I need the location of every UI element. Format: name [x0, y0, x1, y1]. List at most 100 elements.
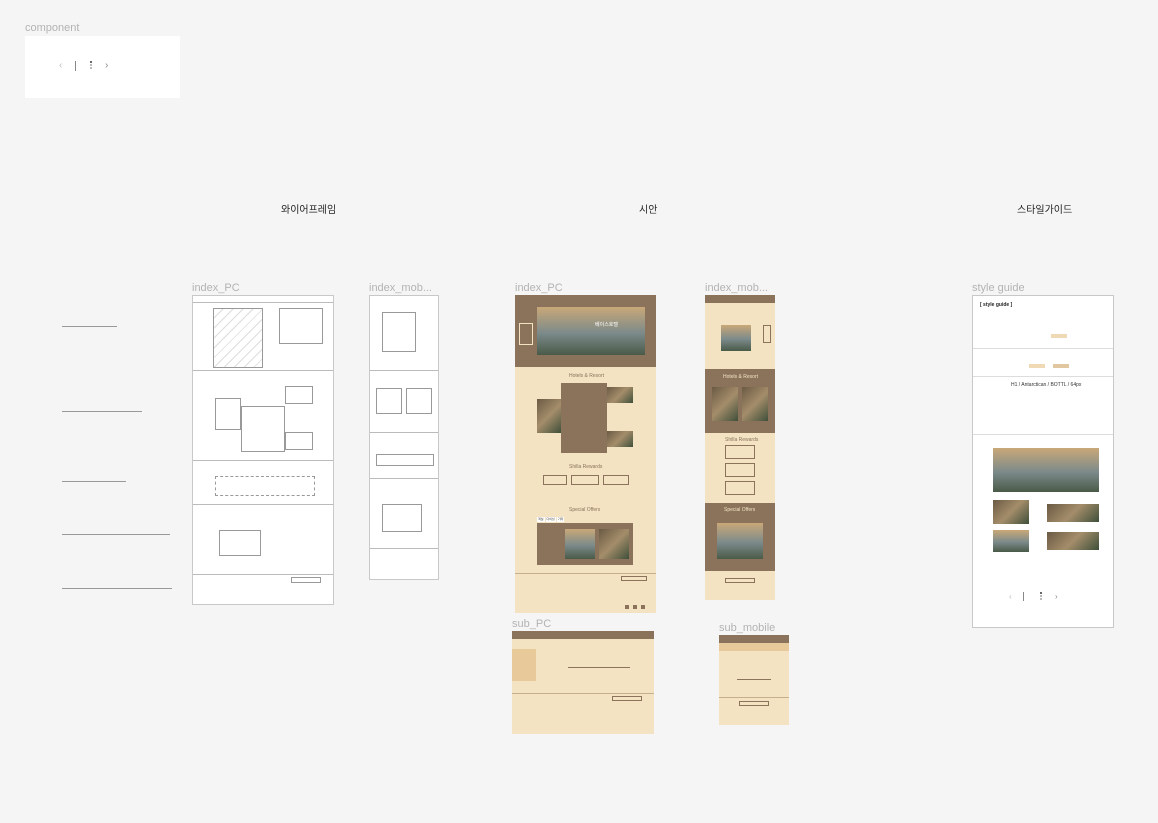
mock-sub-header — [512, 631, 654, 639]
mock-rewards-heading: Shilla Rewards — [569, 464, 603, 470]
mock-sub-mobile-field[interactable] — [737, 671, 771, 680]
mock-sub-pc-frame[interactable] — [512, 631, 654, 734]
mock-sub-footer-line — [512, 693, 654, 694]
pager-dots[interactable] — [1039, 591, 1043, 602]
sns-icon[interactable] — [633, 605, 637, 609]
pager-divider — [1023, 592, 1024, 601]
mock-offer-tabs[interactable]: 객실 다이닝 기타 — [537, 517, 567, 522]
wire-footer-button — [291, 577, 321, 583]
style-divider — [973, 348, 1113, 349]
mock-index-pc-frame[interactable]: 베이스호텔 Hotels & Resort Shilla Rewards Spe… — [515, 295, 656, 613]
style-guide-frame[interactable]: [ style guide ] H1 / Antarctican / BOTTL… — [972, 295, 1114, 628]
mock-index-pc-label: index_PC — [515, 282, 563, 294]
section-title-mockup: 시안 — [639, 205, 658, 216]
mock-mobile-footer-select[interactable] — [725, 578, 755, 583]
wire-footer-line — [193, 574, 333, 575]
mock-sub-pc-label: sub_PC — [512, 618, 552, 630]
wire-hotel-image — [285, 386, 313, 404]
mock-sub-search-row[interactable] — [568, 661, 630, 668]
wire-mobile-image — [376, 388, 402, 414]
wire-divider — [370, 478, 438, 479]
style-photo — [1047, 532, 1099, 550]
style-hero-photo — [993, 448, 1099, 492]
mock-hero-title: 베이스호텔 — [595, 322, 619, 328]
wire-index-pc-frame[interactable] — [192, 295, 334, 605]
mock-sub-mobile-frame[interactable] — [719, 635, 789, 725]
style-photo — [993, 530, 1029, 552]
annotation-line — [62, 481, 126, 482]
mock-sub-mobile-label: sub_mobile — [719, 622, 776, 634]
mock-hero-photo — [537, 307, 645, 355]
wire-index-pc-label: index_PC — [192, 282, 240, 294]
mock-offers-heading: Special Offers — [569, 507, 601, 513]
wire-offer-image — [219, 530, 261, 556]
mock-sub-mobile-tabs[interactable] — [719, 643, 789, 651]
wire-mobile-image — [406, 388, 432, 414]
mock-mobile-offer-photo — [717, 523, 763, 559]
wire-index-mobile-label: index_mob... — [369, 282, 432, 294]
style-guide-label: style guide — [972, 282, 1025, 294]
chevron-right-icon[interactable]: › — [105, 60, 108, 71]
mock-index-mobile-label: index_mob... — [705, 282, 768, 294]
mock-sub-mobile-footer-select[interactable] — [739, 701, 769, 706]
mock-offer-tab[interactable]: 기타 — [556, 517, 565, 522]
mock-offer-photo — [565, 529, 595, 559]
wire-index-mobile-frame[interactable] — [369, 295, 439, 580]
chevron-left-icon[interactable]: ‹ — [1009, 592, 1012, 601]
mock-rewards-box[interactable] — [603, 475, 629, 485]
mock-offer-tab[interactable]: 다이닝 — [545, 517, 556, 522]
chevron-right-icon[interactable]: › — [1055, 592, 1058, 601]
style-guide-heading: [ style guide ] — [980, 302, 1013, 308]
mock-mobile-photo — [742, 387, 768, 421]
section-title-styleguide: 스타일가이드 — [1017, 205, 1073, 216]
mock-footer-line — [515, 573, 656, 574]
mock-rewards-box[interactable] — [543, 475, 567, 485]
annotation-line — [62, 326, 117, 327]
wire-divider — [193, 370, 333, 371]
mock-hotels-heading: Hotels & Resort — [569, 373, 605, 379]
wire-hotel-image — [285, 432, 313, 450]
wire-divider — [370, 370, 438, 371]
wire-mobile-hero — [382, 312, 416, 352]
mock-hero-badge — [519, 323, 533, 345]
mock-footer-select[interactable] — [621, 576, 647, 581]
section-title-wireframe: 와이어프레임 — [281, 205, 337, 216]
mock-offer-tab[interactable]: 객실 — [537, 517, 545, 522]
mock-sub-footer-select[interactable] — [612, 696, 642, 701]
wire-hotel-image — [215, 398, 241, 430]
mock-rewards-box[interactable] — [571, 475, 599, 485]
wire-hotel-image — [241, 406, 285, 452]
style-divider — [973, 434, 1113, 435]
color-swatch — [1051, 334, 1067, 338]
mock-mobile-photo — [712, 387, 738, 421]
mock-mobile-badge — [763, 325, 771, 343]
pager-dots[interactable] — [89, 60, 93, 72]
mock-sub-side-menu[interactable] — [512, 649, 536, 681]
mock-mobile-header — [705, 295, 775, 303]
mock-mobile-rewards-heading: Shilla Rewards — [725, 437, 759, 443]
mock-mobile-rewards-box[interactable] — [725, 463, 755, 477]
mock-sub-mobile-footer-line — [719, 697, 789, 698]
mock-mobile-rewards-box[interactable] — [725, 445, 755, 459]
wire-hero-text — [279, 308, 323, 344]
mock-hotel-photo — [537, 399, 561, 433]
sns-icon[interactable] — [641, 605, 645, 609]
font-sample: H1 / Antarctican / BOTTL / 64px — [1011, 382, 1082, 388]
mock-hotels-card — [561, 383, 607, 453]
wire-header-line — [193, 302, 333, 303]
mock-index-mobile-frame[interactable]: Hotels & Resort Shilla Rewards Special O… — [705, 295, 775, 600]
mock-mobile-rewards-box[interactable] — [725, 481, 755, 495]
sns-icon[interactable] — [625, 605, 629, 609]
wire-divider — [370, 432, 438, 433]
annotation-line — [62, 534, 170, 535]
wire-footer-line — [370, 548, 438, 549]
mock-mobile-hotels-heading: Hotels & Resort — [723, 374, 759, 380]
color-swatch — [1029, 364, 1045, 368]
mock-mobile-hero — [721, 325, 751, 351]
component-label: component — [25, 22, 80, 34]
style-divider — [973, 376, 1113, 377]
annotation-line — [62, 588, 172, 589]
component-frame[interactable]: ‹ › — [25, 36, 180, 98]
chevron-left-icon[interactable]: ‹ — [59, 60, 62, 71]
mock-mobile-offers-heading: Special Offers — [724, 507, 756, 513]
